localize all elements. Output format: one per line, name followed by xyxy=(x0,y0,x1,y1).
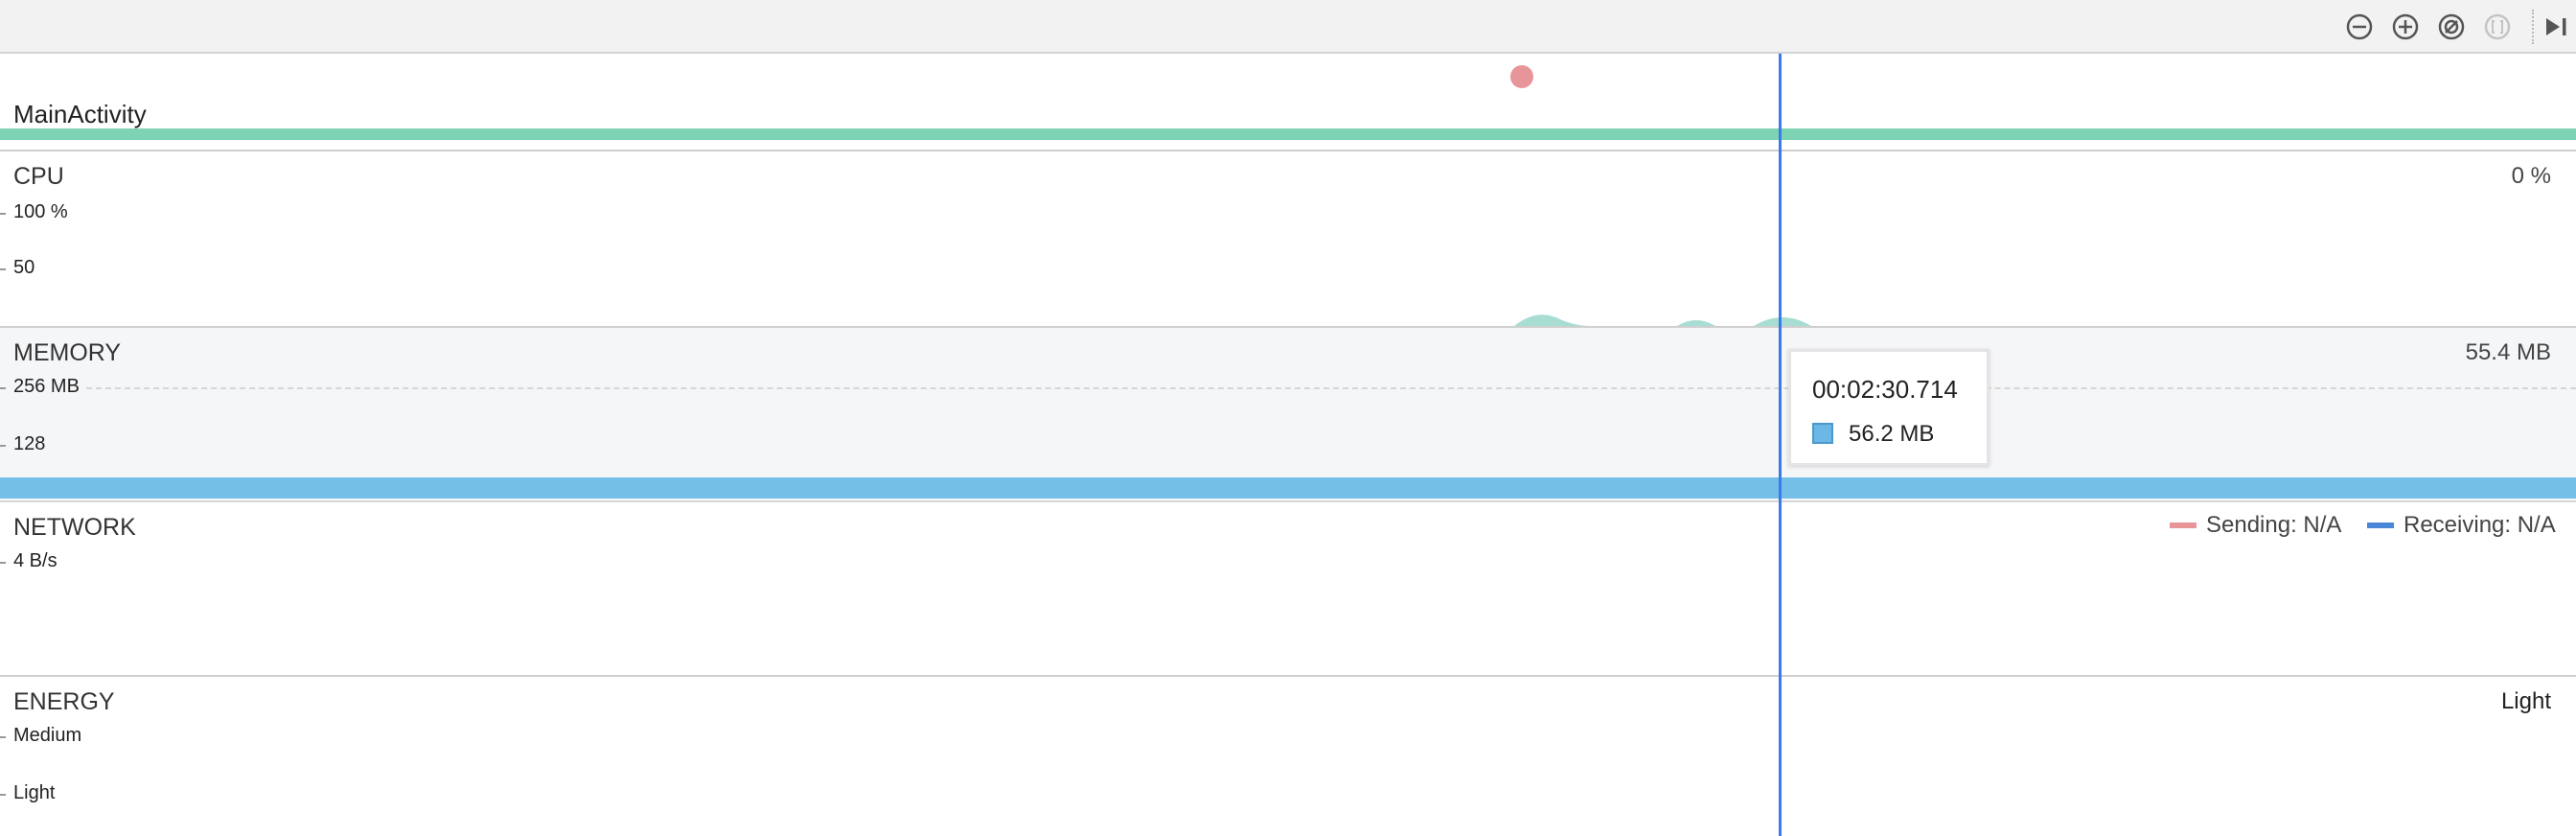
energy-section[interactable]: ENERGY Medium Light Light xyxy=(0,675,2576,836)
reset-circle-icon xyxy=(2438,13,2465,40)
network-section[interactable]: NETWORK 4 B/s Sending: N/A Receiving: N/… xyxy=(0,500,2576,675)
go-live-button[interactable] xyxy=(2540,10,2574,44)
network-title: NETWORK xyxy=(13,514,136,541)
activity-bar[interactable] xyxy=(0,128,2576,140)
memory-tick-mark xyxy=(0,387,6,389)
energy-tick-mark xyxy=(0,736,6,738)
bracket-circle-icon xyxy=(2484,13,2511,40)
energy-tick-medium: Medium xyxy=(13,725,82,746)
profiler-toolbar xyxy=(0,0,2576,54)
memory-tick-128: 128 xyxy=(13,433,46,454)
plus-circle-icon xyxy=(2392,13,2419,40)
zoom-to-selection-button[interactable] xyxy=(2480,10,2515,44)
lifecycle-event-dot[interactable] xyxy=(1510,65,1533,88)
memory-tick-mark xyxy=(0,445,6,447)
minus-circle-icon xyxy=(2346,13,2373,40)
network-tick-mark xyxy=(0,562,6,564)
activity-label: MainActivity xyxy=(13,100,147,128)
memory-tooltip: 00:02:30.714 56.2 MB xyxy=(1788,349,1990,466)
cpu-section[interactable]: CPU 100 % 50 0 % xyxy=(0,150,2576,326)
energy-title: ENERGY xyxy=(13,688,115,715)
memory-current-value: 55.4 MB xyxy=(2465,339,2551,365)
memory-gridline xyxy=(86,387,2576,389)
toolbar-separator xyxy=(2532,10,2534,44)
receiving-swatch xyxy=(2367,522,2394,528)
energy-tick-mark xyxy=(0,794,6,796)
timeline-cursor[interactable] xyxy=(1779,54,1782,836)
energy-current-value: Light xyxy=(2500,688,2551,714)
activity-track: MainActivity xyxy=(0,54,2576,150)
memory-title: MEMORY xyxy=(13,339,122,366)
receiving-label: Receiving: N/A xyxy=(2404,512,2556,538)
tooltip-value: 56.2 MB xyxy=(1849,421,1935,447)
play-to-end-icon xyxy=(2546,18,2566,35)
zoom-out-button[interactable] xyxy=(2342,10,2377,44)
network-legend-sending: Sending: N/A xyxy=(2170,512,2341,539)
energy-tick-light: Light xyxy=(13,782,56,803)
memory-section[interactable]: MEMORY 256 MB 128 55.4 MB xyxy=(0,326,2576,500)
zoom-in-button[interactable] xyxy=(2388,10,2423,44)
sending-label: Sending: N/A xyxy=(2206,512,2342,538)
sending-swatch xyxy=(2170,522,2196,528)
tooltip-time: 00:02:30.714 xyxy=(1812,375,1958,404)
memory-tick-256: 256 MB xyxy=(13,376,80,397)
network-legend-receiving: Receiving: N/A xyxy=(2367,512,2556,539)
memory-usage-bar xyxy=(0,477,2576,499)
tooltip-swatch xyxy=(1812,423,1833,444)
reset-zoom-button[interactable] xyxy=(2434,10,2469,44)
cpu-usage-area xyxy=(1514,314,1811,326)
network-tick-4bs: 4 B/s xyxy=(13,550,58,571)
